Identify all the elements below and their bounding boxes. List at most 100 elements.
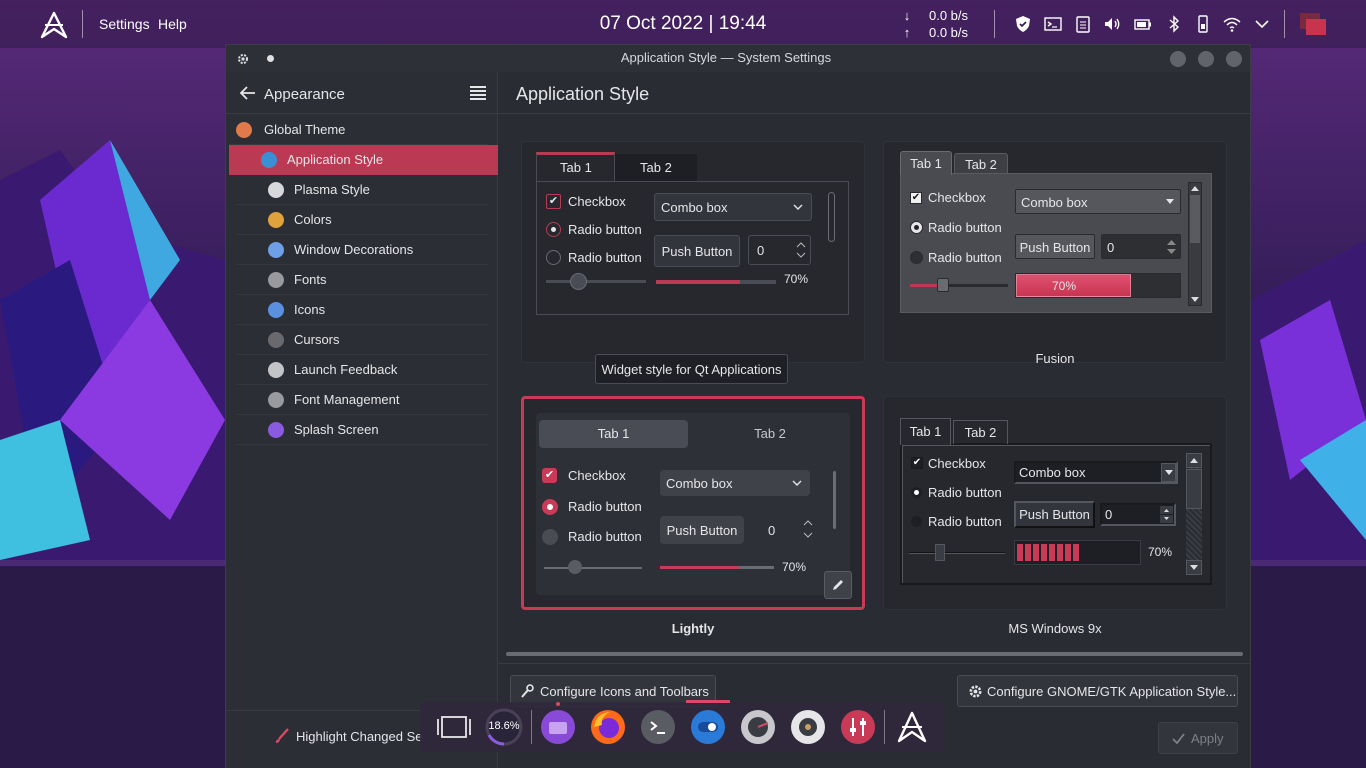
push-button[interactable]: Push Button	[1014, 501, 1095, 528]
push-button[interactable]: Push Button	[660, 516, 744, 544]
mixer-icon[interactable]	[840, 709, 876, 745]
radio-checked[interactable]	[911, 487, 922, 498]
scroll-thumb[interactable]	[1186, 469, 1202, 509]
tab-1[interactable]: Tab 1	[539, 420, 688, 448]
push-button[interactable]: Push Button	[654, 235, 740, 267]
radio-unchecked[interactable]	[546, 250, 561, 265]
device-icon[interactable]	[1193, 14, 1213, 34]
slider[interactable]	[544, 567, 642, 569]
scroll-down-button[interactable]	[1186, 560, 1202, 575]
spin-box[interactable]: 0	[748, 235, 811, 265]
style-preview-card-lightly[interactable]: Tab 1 Tab 2 ✔ Checkbox Radio button Radi…	[521, 396, 865, 610]
volume-icon[interactable]	[1102, 14, 1122, 34]
chevron-down-icon[interactable]	[1252, 14, 1272, 34]
minimize-button[interactable]	[1170, 51, 1186, 67]
file-manager-icon[interactable]	[540, 709, 576, 745]
checkbox[interactable]: ✔	[542, 468, 557, 483]
combo-box[interactable]: Combo box	[654, 193, 812, 221]
slider[interactable]	[909, 552, 1005, 554]
combo-box[interactable]: Combo box	[1015, 189, 1181, 214]
battery-icon[interactable]	[1133, 14, 1153, 34]
sidebar-item[interactable]: Splash Screen	[236, 415, 488, 445]
clock[interactable]: 07 Oct 2022 | 19:44	[540, 13, 826, 35]
spin-arrows-icon[interactable]	[1167, 239, 1176, 255]
clipboard-icon[interactable]	[1073, 14, 1093, 34]
title-bar[interactable]: Application Style — System Settings	[226, 45, 1250, 72]
sidebar-item[interactable]: Cursors	[236, 325, 488, 355]
radio-unchecked[interactable]	[910, 251, 923, 264]
cpu-monitor[interactable]: 18.6%	[484, 707, 524, 747]
radio-checked[interactable]	[542, 499, 558, 515]
tab-2[interactable]: Tab 2	[692, 420, 848, 448]
audio-disc-icon[interactable]	[790, 709, 826, 745]
sidebar-item[interactable]: Icons	[236, 295, 488, 325]
edit-style-button[interactable]	[824, 571, 852, 599]
push-button[interactable]: Push Button	[1015, 234, 1095, 259]
slider-handle[interactable]	[568, 560, 582, 574]
tab-1[interactable]: Tab 1	[900, 151, 952, 175]
sidebar-item[interactable]: Colors	[236, 205, 488, 235]
sidebar-item[interactable]: Font Management	[236, 385, 488, 415]
style-preview-card-windows9x[interactable]: Tab 1 Tab 2 ✔ Checkbox Radio button Radi…	[883, 396, 1227, 610]
scroll-up-icon[interactable]	[1191, 186, 1199, 191]
spin-box[interactable]: 0	[752, 516, 814, 544]
tab-1[interactable]: Tab 1	[900, 418, 951, 445]
style-preview-card-fusion[interactable]: Tab 1 Tab 2 ✔ Checkbox Radio button Radi…	[883, 141, 1227, 363]
spin-arrows-icon[interactable]	[796, 240, 806, 260]
highlight-changed-settings[interactable]: Highlight Changed Se	[296, 729, 422, 744]
spin-arrows-icon[interactable]	[1160, 506, 1173, 523]
scrollbar[interactable]	[833, 471, 836, 529]
configure-gtk-style-button[interactable]: Configure GNOME/GTK Application Style...	[957, 675, 1238, 707]
radio-checked[interactable]	[910, 221, 923, 234]
bluetooth-icon[interactable]	[1164, 14, 1184, 34]
scroll-down-icon[interactable]	[1191, 297, 1199, 302]
app-launcher-icon[interactable]	[40, 11, 68, 39]
spin-box[interactable]: 0	[1101, 234, 1181, 259]
combo-box[interactable]: Combo box	[1014, 461, 1178, 484]
scroll-up-button[interactable]	[1186, 453, 1202, 468]
sidebar-item[interactable]: Window Decorations	[236, 235, 488, 265]
checkbox[interactable]: ✔	[546, 194, 561, 209]
spin-box[interactable]: 0	[1100, 503, 1176, 526]
close-button[interactable]	[1226, 51, 1242, 67]
slider[interactable]	[546, 280, 646, 283]
disk-usage-icon[interactable]	[740, 709, 776, 745]
wifi-icon[interactable]	[1222, 14, 1242, 34]
show-desktop-icon[interactable]	[1298, 10, 1328, 38]
tab-2[interactable]: Tab 2	[954, 153, 1008, 174]
overview-icon[interactable]	[436, 709, 472, 745]
maximize-button[interactable]	[1198, 51, 1214, 67]
back-arrow-icon[interactable]	[240, 86, 256, 100]
radio-unchecked[interactable]	[542, 529, 558, 545]
sidebar-item[interactable]: Global Theme	[229, 115, 488, 145]
sidebar-item[interactable]: Fonts	[236, 265, 488, 295]
scrollbar[interactable]	[828, 192, 835, 242]
checkbox[interactable]: ✔	[911, 457, 923, 469]
horizontal-scrollbar[interactable]	[506, 652, 1243, 656]
combo-box[interactable]: Combo box	[660, 470, 810, 496]
tab-2[interactable]: Tab 2	[953, 420, 1008, 444]
style-preview-card[interactable]: Tab 1 Tab 2 ✔ Checkbox Radio button Radi…	[521, 141, 865, 363]
shield-icon[interactable]	[1013, 14, 1033, 34]
radio-checked[interactable]	[546, 222, 561, 237]
radio-unchecked[interactable]	[911, 516, 922, 527]
firefox-icon[interactable]	[590, 709, 626, 745]
settings-toggle-icon[interactable]	[690, 709, 726, 745]
slider-handle[interactable]	[937, 278, 949, 292]
scrollbar[interactable]	[1186, 453, 1202, 575]
scrollbar[interactable]	[1188, 182, 1202, 306]
slider-handle[interactable]	[935, 544, 945, 561]
apply-button[interactable]: Apply	[1158, 722, 1238, 754]
sidebar-item[interactable]: Plasma Style	[236, 175, 488, 205]
sidebar-item[interactable]: Launch Feedback	[236, 355, 488, 385]
menu-help[interactable]: Help	[158, 16, 187, 32]
menu-settings[interactable]: Settings	[99, 16, 150, 32]
sidebar-item[interactable]: Application Style	[229, 145, 498, 175]
terminal-icon[interactable]	[640, 709, 676, 745]
checkbox[interactable]: ✔	[910, 192, 922, 204]
terminal-icon[interactable]	[1043, 14, 1063, 34]
scroll-thumb[interactable]	[1190, 195, 1200, 243]
launcher-icon[interactable]	[894, 709, 930, 745]
hamburger-menu-icon[interactable]	[470, 86, 486, 100]
spin-arrows-icon[interactable]	[802, 518, 814, 540]
